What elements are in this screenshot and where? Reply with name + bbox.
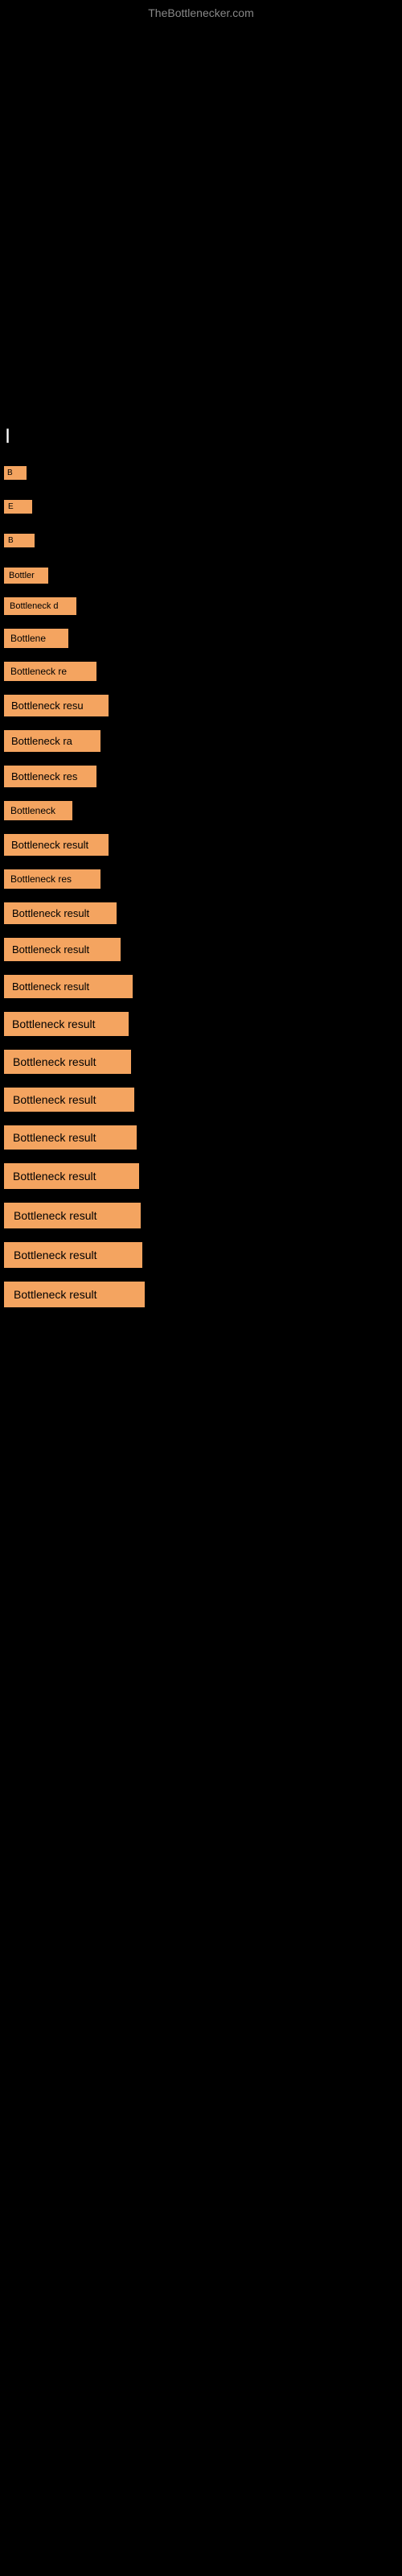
bottleneck-result-2[interactable]: E <box>4 500 32 514</box>
bottleneck-result-9[interactable]: Bottleneck ra <box>4 730 100 752</box>
bottleneck-result-3[interactable]: B <box>4 534 35 547</box>
bottleneck-result-14[interactable]: Bottleneck result <box>4 902 117 924</box>
result-row-18: Bottleneck result <box>0 1050 402 1078</box>
label-section: | <box>0 419 402 452</box>
result-row-11: Bottleneck <box>0 801 402 824</box>
result-row-22: Bottleneck result <box>0 1203 402 1232</box>
result-row-19: Bottleneck result <box>0 1088 402 1116</box>
result-row-7: Bottleneck re <box>0 662 402 685</box>
result-row-23: Bottleneck result <box>0 1242 402 1272</box>
bottleneck-result-13[interactable]: Bottleneck res <box>4 869 100 889</box>
result-row-16: Bottleneck result <box>0 975 402 1002</box>
bottleneck-result-8[interactable]: Bottleneck resu <box>4 695 109 716</box>
bottleneck-result-7[interactable]: Bottleneck re <box>4 662 96 681</box>
result-row-4: Bottler <box>0 568 402 588</box>
bottleneck-result-1[interactable]: B <box>4 466 27 480</box>
page-wrapper: TheBottlenecker.com | B E B Bottler Bott… <box>0 0 402 1311</box>
bottleneck-result-10[interactable]: Bottleneck res <box>4 766 96 787</box>
site-title: TheBottlenecker.com <box>148 6 254 19</box>
bottleneck-result-4[interactable]: Bottler <box>4 568 48 584</box>
result-row-3: B <box>0 534 402 551</box>
result-row-5: Bottleneck d <box>0 597 402 619</box>
result-row-20: Bottleneck result <box>0 1125 402 1154</box>
top-visualization <box>0 0 402 419</box>
result-row-1: B <box>0 466 402 484</box>
bottleneck-result-18[interactable]: Bottleneck result <box>4 1050 131 1074</box>
bottleneck-result-12[interactable]: Bottleneck result <box>4 834 109 856</box>
bottleneck-result-23[interactable]: Bottleneck result <box>4 1242 142 1268</box>
result-row-24: Bottleneck result <box>0 1282 402 1311</box>
result-row-12: Bottleneck result <box>0 834 402 860</box>
bottleneck-result-11[interactable]: Bottleneck <box>4 801 72 820</box>
bottleneck-result-21[interactable]: Bottleneck result <box>4 1163 139 1189</box>
result-row-15: Bottleneck result <box>0 938 402 965</box>
bottleneck-result-5[interactable]: Bottleneck d <box>4 597 76 615</box>
result-row-21: Bottleneck result <box>0 1163 402 1193</box>
bottleneck-result-16[interactable]: Bottleneck result <box>4 975 133 998</box>
result-row-9: Bottleneck ra <box>0 730 402 756</box>
bottleneck-result-17[interactable]: Bottleneck result <box>4 1012 129 1036</box>
bottleneck-result-19[interactable]: Bottleneck result <box>4 1088 134 1112</box>
bottleneck-result-6[interactable]: Bottlene <box>4 629 68 648</box>
result-row-10: Bottleneck res <box>0 766 402 791</box>
bottleneck-result-24[interactable]: Bottleneck result <box>4 1282 145 1307</box>
result-row-13: Bottleneck res <box>0 869 402 893</box>
result-row-8: Bottleneck resu <box>0 695 402 720</box>
result-row-17: Bottleneck result <box>0 1012 402 1040</box>
bottleneck-result-22[interactable]: Bottleneck result <box>4 1203 141 1228</box>
result-row-14: Bottleneck result <box>0 902 402 928</box>
section-label: | <box>4 423 11 447</box>
result-row-2: E <box>0 500 402 518</box>
bottleneck-result-20[interactable]: Bottleneck result <box>4 1125 137 1150</box>
result-row-6: Bottlene <box>0 629 402 652</box>
bottleneck-result-15[interactable]: Bottleneck result <box>4 938 121 961</box>
results-container: B E B Bottler Bottleneck d Bottlene Bott… <box>0 452 402 1311</box>
